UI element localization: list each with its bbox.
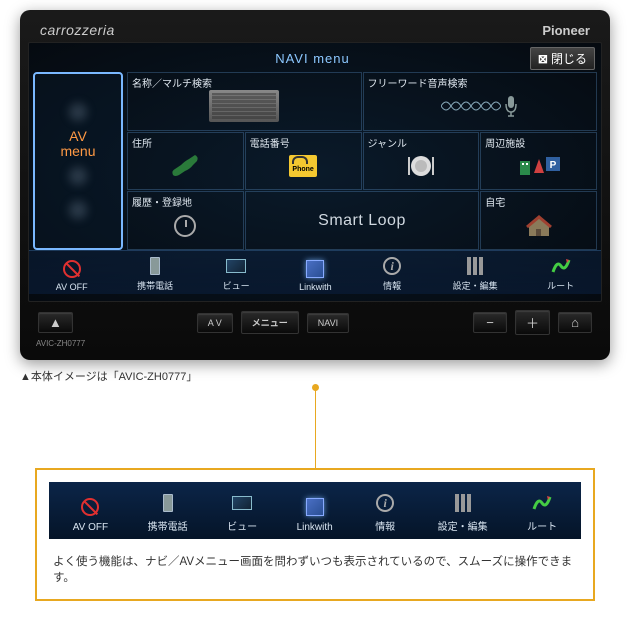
callout-description: よく使う機能は、ナビ／AVメニュー画面を問わずいつも表示されているので、スムーズ… [49,539,581,587]
cell-label: 履歴・登録地 [132,194,192,209]
hardware-buttons: ▲ A V メニュー NAVI − ＋ ⌂ [28,302,602,339]
cell-address[interactable]: 住所 [127,132,244,191]
prohibit-icon [63,260,81,278]
cb-view[interactable]: ビュー [227,490,257,533]
brand-carrozzeria: carrozzeria [40,22,115,38]
bb-view[interactable]: ビュー [223,255,250,292]
svg-text:P: P [549,160,556,171]
blur-decoration [67,165,89,187]
callout-toolbar: AV OFF 携帯電話 ビュー Linkwith i情報 設定・編集 ルート [49,482,581,539]
screen: NAVI menu ⊠ 閉じる AVmenu 名称／マルチ検索 [28,42,602,302]
cb-info[interactable]: i情報 [372,490,398,533]
av-menu-side-button[interactable]: AVmenu [33,72,123,250]
prohibit-icon [81,498,99,516]
callout-box: AV OFF 携帯電話 ビュー Linkwith i情報 設定・編集 ルート よ… [35,468,595,601]
bb-mobile-phone[interactable]: 携帯電話 [137,255,173,292]
house-icon [523,214,555,238]
bottom-toolbar: AV OFF 携帯電話 ビュー Linkwith i情報 設定・編集 ルート [29,250,601,294]
smartloop-logo: Smart Loop [318,212,406,230]
route-icon [551,258,571,274]
connector-line [315,388,316,468]
blur-decoration [67,199,89,221]
phone-icon: Phone [289,155,317,177]
cell-name-multi-search[interactable]: 名称／マルチ検索 [127,72,362,131]
info-icon: i [383,257,401,275]
nav-menu-title: NAVI menu [275,51,350,66]
view-icon [232,496,252,510]
facilities-icon: P [518,157,560,175]
mobile-phone-icon [150,257,160,275]
cell-label: 名称／マルチ検索 [132,75,212,90]
cell-freeword-voice-search[interactable]: フリーワード音声検索 [363,72,598,131]
av-side-label: AVmenu [60,129,95,160]
cell-label: ジャンル [368,135,408,150]
tools-icon [455,494,471,512]
hw-menu-button[interactable]: メニュー [241,311,299,334]
hw-navi-button[interactable]: NAVI [307,313,349,333]
close-button[interactable]: ⊠ 閉じる [530,47,595,70]
bb-info[interactable]: i情報 [381,255,403,292]
hw-av-button[interactable]: A V [197,313,233,333]
cell-smartloop[interactable]: Smart Loop [245,191,480,250]
cb-av-off[interactable]: AV OFF [73,494,108,533]
clock-icon [174,215,196,237]
info-icon: i [376,494,394,512]
top-bezel: carrozzeria Pioneer [28,18,602,42]
model-label: AVIC-ZH0777 [28,339,602,352]
screen-main: AVmenu 名称／マルチ検索 フリーワード音声検索 [29,72,601,250]
device-frame: carrozzeria Pioneer NAVI menu ⊠ 閉じる AVme… [20,10,610,360]
hw-home-button[interactable]: ⌂ [558,312,592,333]
bb-route[interactable]: ルート [547,255,574,292]
hw-vol-down-button[interactable]: − [473,312,507,333]
blur-decoration [67,101,89,123]
view-icon [226,259,246,273]
cell-label: フリーワード音声検索 [368,75,468,90]
linkwith-icon [306,498,324,516]
hw-vol-up-button[interactable]: ＋ [515,310,550,335]
linkwith-icon [306,260,324,278]
cb-mobile-phone[interactable]: 携帯電話 [148,490,188,533]
menu-grid: 名称／マルチ検索 フリーワード音声検索 住所 電話番号 Phone [127,72,597,250]
hw-eject-button[interactable]: ▲ [38,312,73,333]
bb-settings[interactable]: 設定・編集 [453,255,498,292]
plate-cutlery-icon [406,151,436,181]
tools-icon [467,257,483,275]
bb-linkwith[interactable]: Linkwith [299,258,332,292]
cell-label: 自宅 [485,194,505,209]
japan-map-icon [165,151,205,181]
route-icon [532,495,552,511]
cb-settings[interactable]: 設定・編集 [438,490,488,533]
cell-phone-number[interactable]: 電話番号 Phone [245,132,362,191]
screen-header: NAVI menu ⊠ 閉じる [29,43,601,72]
cb-linkwith[interactable]: Linkwith [297,494,333,533]
cell-surrounding-facilities[interactable]: 周辺施設 P [480,132,597,191]
bb-av-off[interactable]: AV OFF [56,258,88,292]
cell-label: 周辺施設 [485,135,525,150]
cell-history[interactable]: 履歴・登録地 [127,191,244,250]
keyboard-icon [209,90,279,122]
close-icon: ⊠ [538,52,548,66]
close-label: 閉じる [551,50,587,67]
brand-pioneer: Pioneer [542,23,590,38]
cb-route[interactable]: ルート [527,490,557,533]
cell-genre[interactable]: ジャンル [363,132,480,191]
cell-label: 住所 [132,135,152,150]
mobile-phone-icon [163,494,173,512]
waveform-mic-icon [441,94,519,118]
cell-home[interactable]: 自宅 [480,191,597,250]
cell-label: 電話番号 [250,135,290,150]
